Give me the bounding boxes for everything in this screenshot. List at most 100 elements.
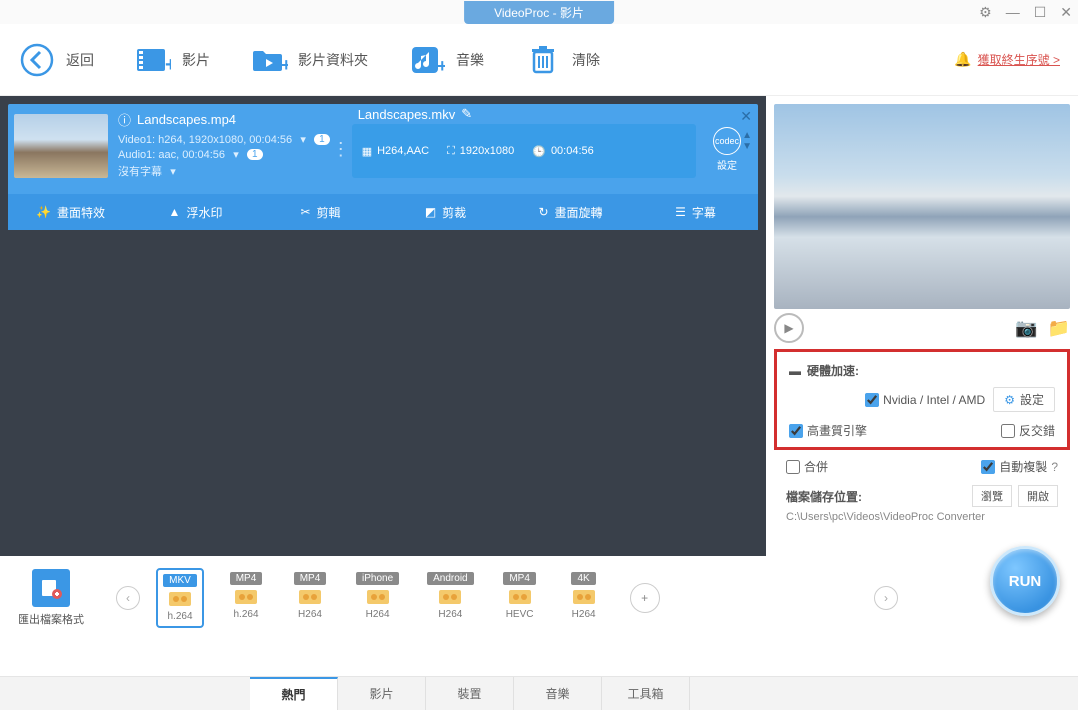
edit-name-icon[interactable]: ✎ [461, 106, 472, 122]
source-info: ⓘ Landscapes.mp4 Video1: h264, 1920x1080… [118, 110, 330, 188]
video-stream-dropdown[interactable]: ▾ [298, 133, 308, 146]
open-folder-button[interactable]: 📁 [1048, 318, 1070, 339]
browse-button[interactable]: 瀏覽 [972, 485, 1012, 507]
tab-trim[interactable]: ✂剪輯 [258, 204, 383, 221]
format-item-mkv-0[interactable]: MKVh.264 [156, 568, 204, 628]
video-card[interactable]: ⓘ Landscapes.mp4 Video1: h264, 1920x1080… [8, 104, 758, 230]
format-item-iphone-3[interactable]: iPhone H264 [352, 568, 403, 628]
format-list: MKVh.264MP4h.264MP4H264iPhoneH264Android… [156, 568, 606, 628]
music-icon: + [408, 41, 446, 79]
hw-accel-section: ▬ 硬體加速: Nvidia / Intel / AMD ⚙ 設定 高畫質引擎 … [774, 349, 1070, 450]
chip-icon: ▬ [789, 364, 801, 378]
folder-button[interactable]: + 影片資料夾 [250, 41, 368, 79]
format-item-android-4[interactable]: AndroidH264 [423, 568, 477, 628]
close-icon[interactable]: ✕ [1060, 4, 1072, 21]
window-title: VideoProc - 影片 [464, 1, 614, 24]
play-button[interactable]: ▶ [774, 313, 804, 343]
run-button[interactable]: RUN [990, 546, 1060, 616]
autocopy-checkbox[interactable]: 自動複製 ? [981, 458, 1058, 475]
format-codec-label: h.264 [233, 609, 258, 620]
queue-pane: ⓘ Landscapes.mp4 Video1: h264, 1920x1080… [0, 96, 766, 556]
card-up-button[interactable]: ▲ [742, 130, 752, 141]
format-item-mp4-1[interactable]: MP4h.264 [224, 568, 268, 628]
preview-area [774, 104, 1070, 309]
tab-crop[interactable]: ◩剪裁 [383, 204, 508, 221]
format-bar: 匯出檔案格式 ‹ MKVh.264MP4h.264MP4H264iPhoneH2… [0, 568, 1078, 628]
open-location-button[interactable]: 開啟 [1018, 485, 1058, 507]
format-codec-label: H264 [572, 609, 596, 620]
maximize-icon[interactable]: ☐ [1034, 4, 1047, 21]
effects-icon: ✨ [36, 205, 51, 219]
source-filename: Landscapes.mp4 [137, 112, 236, 127]
tab-music[interactable]: 音樂 [514, 677, 602, 710]
back-icon [18, 41, 56, 79]
format-next-button[interactable]: › [874, 586, 898, 610]
output-format-icon [32, 569, 70, 607]
subtitle-icon: ☰ [675, 205, 686, 219]
watermark-icon: ▲ [169, 205, 181, 219]
output-location-label: 檔案儲存位置: [786, 488, 862, 505]
audio-stream-dropdown[interactable]: ▾ [231, 148, 241, 161]
subtitle-dropdown[interactable]: ▾ [168, 165, 178, 178]
codec-icon: codec [713, 127, 741, 155]
settings-icon[interactable]: ⚙ [979, 4, 992, 21]
format-item-mp4-5[interactable]: MP4 HEVC [498, 568, 542, 628]
format-thumb-icon [432, 587, 468, 607]
clear-label: 清除 [572, 50, 600, 70]
clock-icon: 🕒 [532, 145, 546, 158]
tab-hot[interactable]: 熱門 [250, 677, 338, 710]
output-filename: Landscapes.mkv [358, 107, 456, 122]
arrow-icon: ⋮ [330, 110, 352, 188]
crop-icon: ◩ [425, 205, 436, 219]
promo-link[interactable]: 🔔 獲取終生序號 > [954, 51, 1060, 68]
format-badge: MP4 [503, 572, 536, 585]
card-close-button[interactable]: ✕ [740, 108, 752, 125]
tab-video[interactable]: 影片 [338, 677, 426, 710]
tab-rotate[interactable]: ↻畫面旋轉 [508, 204, 633, 221]
tab-watermark[interactable]: ▲浮水印 [133, 204, 258, 221]
format-thumb-icon [228, 587, 264, 607]
video-label: 影片 [182, 50, 210, 70]
music-button[interactable]: + 音樂 [408, 41, 484, 79]
video-stream-count: 1 [314, 134, 330, 145]
svg-text:+: + [281, 55, 288, 75]
category-tabs: 熱門 影片 裝置 音樂 工具箱 [0, 676, 1078, 710]
output-format-label: 匯出檔案格式 [18, 611, 84, 627]
deinterlace-checkbox[interactable]: 反交錯 [1001, 422, 1055, 439]
tab-toolbox[interactable]: 工具箱 [602, 677, 690, 710]
merge-checkbox[interactable]: 合併 [786, 458, 828, 475]
snapshot-button[interactable]: 📷 [1015, 318, 1037, 339]
format-prev-button[interactable]: ‹ [116, 586, 140, 610]
help-icon[interactable]: ? [1051, 460, 1058, 474]
tab-device[interactable]: 裝置 [426, 677, 514, 710]
format-badge: iPhone [356, 572, 399, 585]
format-thumb-icon [292, 587, 328, 607]
titlebar: VideoProc - 影片 ⚙ — ☐ ✕ [0, 0, 1078, 24]
add-format-button[interactable]: + [630, 583, 660, 613]
format-item-4k-6[interactable]: 4KH264 [562, 568, 606, 628]
video-icon: + [134, 41, 172, 79]
video-button[interactable]: + 影片 [134, 41, 210, 79]
hw-settings-button[interactable]: ⚙ 設定 [993, 387, 1055, 412]
main-area: ⓘ Landscapes.mp4 Video1: h264, 1920x1080… [0, 96, 1078, 556]
format-item-mp4-2[interactable]: MP4H264 [288, 568, 332, 628]
format-thumb-icon [162, 589, 198, 609]
format-badge: MKV [163, 574, 197, 587]
clear-button[interactable]: 清除 [524, 41, 600, 79]
output-resolution: 1920x1080 [460, 145, 514, 157]
back-button[interactable]: 返回 [18, 41, 94, 79]
output-duration: 00:04:56 [551, 145, 594, 157]
subtitle-info: 沒有字幕 [118, 163, 162, 179]
tab-effects[interactable]: ✨畫面特效 [8, 204, 133, 221]
audio-stream-count: 1 [247, 149, 263, 160]
output-format-button[interactable]: 匯出檔案格式 [18, 569, 84, 627]
rotate-icon: ↻ [538, 205, 548, 219]
format-codec-label: H264 [366, 609, 390, 620]
format-codec-label: HEVC [506, 609, 534, 620]
hq-checkbox[interactable]: 高畫質引擎 [789, 422, 867, 439]
minimize-icon[interactable]: — [1006, 4, 1020, 20]
gpu-checkbox[interactable]: Nvidia / Intel / AMD [865, 393, 985, 407]
tab-subtitle[interactable]: ☰字幕 [633, 204, 758, 221]
card-down-button[interactable]: ▼ [742, 141, 752, 152]
format-thumb-icon [502, 587, 538, 607]
